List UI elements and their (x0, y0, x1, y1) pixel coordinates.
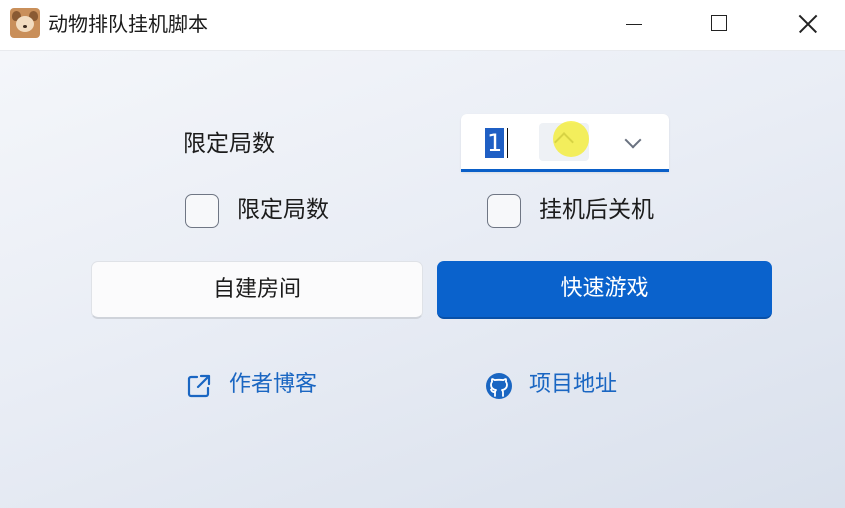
rounds-spinbox[interactable]: 1 (461, 114, 669, 172)
minimize-button[interactable] (604, 0, 660, 50)
limit-rounds-label[interactable]: 限定局数 (237, 195, 329, 225)
focus-underline (461, 169, 669, 172)
title-bar: 动物排队挂机脚本 (0, 0, 845, 51)
text-caret (507, 128, 508, 158)
limit-rounds-checkbox[interactable] (185, 194, 219, 228)
dog-app-icon (10, 8, 40, 38)
maximize-button[interactable] (690, 0, 746, 50)
github-icon (486, 373, 512, 399)
rounds-value[interactable]: 1 (485, 128, 505, 158)
rounds-label: 限定局数 (183, 131, 275, 157)
window-title: 动物排队挂机脚本 (48, 12, 208, 36)
shutdown-label[interactable]: 挂机后关机 (539, 195, 654, 225)
shutdown-checkbox[interactable] (487, 194, 521, 228)
chevron-down-icon[interactable] (624, 131, 642, 149)
external-link-icon (187, 374, 211, 398)
mouse-cursor-highlight (553, 121, 589, 157)
project-repo-label[interactable]: 项目地址 (529, 369, 617, 401)
close-button[interactable] (778, 0, 834, 50)
author-blog-label[interactable]: 作者博客 (229, 369, 317, 401)
create-room-button[interactable]: 自建房间 (91, 261, 423, 319)
quick-game-button[interactable]: 快速游戏 (437, 261, 772, 319)
